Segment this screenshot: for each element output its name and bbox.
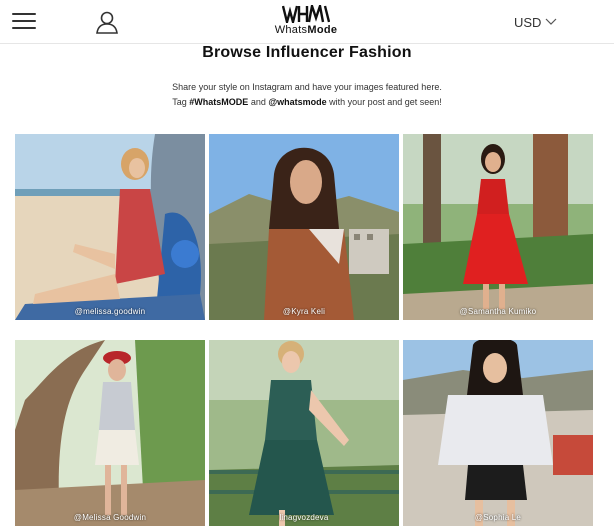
influencer-handle: @Sophia Le <box>474 513 522 522</box>
influencer-handle: @Kyra Keli <box>282 307 326 316</box>
brand-name: WhatsMode <box>274 24 338 36</box>
account-icon[interactable] <box>94 9 120 35</box>
intro-line-2: Tag #WhatsMODE and @whatsmode with your … <box>172 97 442 107</box>
gallery-tile[interactable]: @Sophia Le <box>403 340 593 526</box>
gallery-tile[interactable]: linagvozdeva <box>209 340 399 526</box>
intro-text: Share your style on Instagram and have y… <box>0 80 614 110</box>
influencer-photo <box>15 340 205 526</box>
hamburger-menu-icon[interactable] <box>12 11 36 31</box>
influencer-handle: @Samantha Kumiko <box>459 307 537 316</box>
gallery-tile[interactable]: @melissa.goodwin <box>15 134 205 320</box>
gallery-tile[interactable]: @Samantha Kumiko <box>403 134 593 320</box>
page-title: Browse Influencer Fashion <box>202 44 412 61</box>
influencer-photo <box>209 340 399 526</box>
intro-line-1: Share your style on Instagram and have y… <box>172 82 442 92</box>
influencer-handle: linagvozdeva <box>279 513 329 522</box>
influencer-handle: @Melissa Goodwin <box>73 513 147 522</box>
mention-text: @whatsmode <box>268 97 327 107</box>
influencer-photo <box>209 134 399 320</box>
currency-selector[interactable]: USD <box>514 12 557 32</box>
site-header: WhatsMode USD <box>0 0 614 44</box>
hashtag-text: #WhatsMODE <box>189 97 249 107</box>
influencer-photo <box>403 134 593 320</box>
gallery-tile[interactable]: @Melissa Goodwin <box>15 340 205 526</box>
chevron-down-icon <box>546 18 557 25</box>
influencer-photo <box>403 340 593 526</box>
influencer-handle: @melissa.goodwin <box>74 307 146 316</box>
currency-label: USD <box>514 14 542 30</box>
influencer-gallery: @melissa.goodwin @Kyra Keli @Samantha Ku… <box>15 134 593 526</box>
gallery-tile[interactable]: @Kyra Keli <box>209 134 399 320</box>
logo-mark-icon <box>282 5 330 23</box>
brand-logo[interactable]: WhatsMode <box>268 5 344 39</box>
influencer-photo <box>15 134 205 320</box>
